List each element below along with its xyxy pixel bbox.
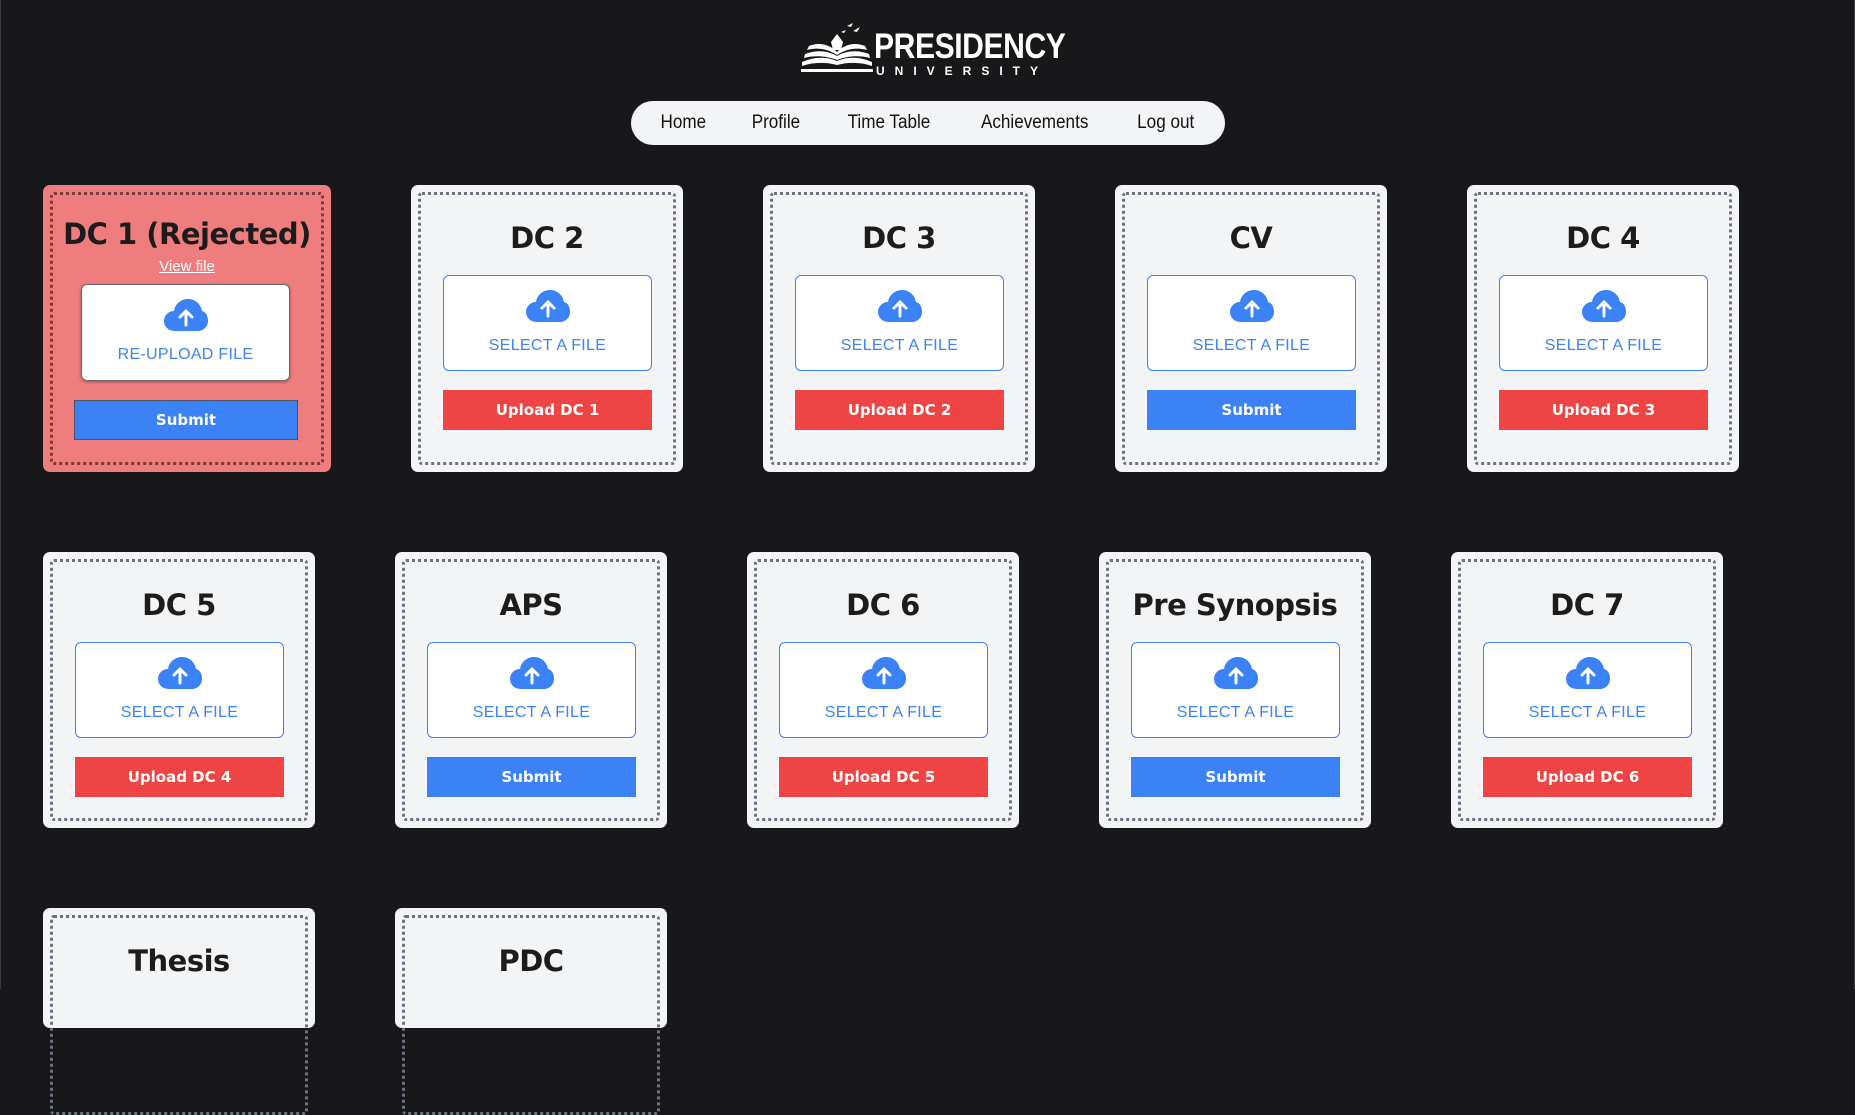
logo-wordmark: PRESIDENCY — [874, 27, 1066, 66]
card-title: CV — [1229, 221, 1273, 255]
select-file-button[interactable]: SELECT A FILE — [443, 275, 652, 371]
select-label: SELECT A FILE — [1192, 337, 1311, 354]
upload-button[interactable]: Upload DC 1 — [443, 390, 652, 430]
card-cv: CV SELECT A FILE Submit — [1115, 185, 1387, 472]
card-border: DC 1 (Rejected) View file RE-UPLOAD FILE… — [50, 192, 324, 465]
submit-button[interactable]: Submit — [427, 757, 636, 797]
cloud-upload-icon — [525, 290, 570, 322]
reupload-file-button[interactable]: RE-UPLOAD FILE — [81, 284, 290, 381]
upload-button[interactable]: Upload DC 2 — [795, 390, 1004, 430]
select-file-button[interactable]: SELECT A FILE — [1499, 275, 1708, 371]
select-label: SELECT A FILE — [120, 704, 239, 721]
submit-button[interactable]: Submit — [1147, 390, 1356, 430]
card-border: DC 7 SELECT A FILE Upload DC 6 — [1458, 559, 1716, 821]
card-dc6: DC 6 SELECT A FILE Upload DC 5 — [747, 552, 1019, 828]
app-window: PRESIDENCY UNIVERSITY Home Profile Time … — [0, 0, 1855, 1115]
nav-home[interactable]: Home — [661, 112, 707, 134]
card-title: DC 3 — [862, 221, 936, 255]
select-label: SELECT A FILE — [1544, 337, 1663, 354]
card-title: PDC — [498, 944, 564, 978]
card-pre-synopsis: Pre Synopsis SELECT A FILE Submit — [1099, 552, 1371, 828]
card-title: DC 4 — [1566, 221, 1640, 255]
main-nav: Home Profile Time Table Achievements Log… — [631, 101, 1225, 145]
select-label: RE-UPLOAD FILE — [117, 346, 254, 363]
select-label: SELECT A FILE — [824, 704, 943, 721]
card-border: DC 4 SELECT A FILE Upload DC 3 — [1474, 192, 1732, 465]
select-file-button[interactable]: SELECT A FILE — [1147, 275, 1356, 371]
select-label: SELECT A FILE — [1176, 704, 1295, 721]
submit-button[interactable]: Submit — [1131, 757, 1340, 797]
cloud-upload-icon — [509, 657, 554, 689]
book-logo-icon — [801, 23, 873, 72]
select-label: SELECT A FILE — [472, 704, 591, 721]
cloud-upload-icon — [877, 290, 922, 322]
logo-subtitle: UNIVERSITY — [876, 64, 1049, 78]
card-border: Pre Synopsis SELECT A FILE Submit — [1106, 559, 1364, 821]
select-file-button[interactable]: SELECT A FILE — [779, 642, 988, 738]
card-thesis: Thesis — [43, 908, 315, 1115]
card-dc3: DC 3 SELECT A FILE Upload DC 2 — [763, 185, 1035, 472]
select-label: SELECT A FILE — [1528, 704, 1647, 721]
nav-profile[interactable]: Profile — [752, 112, 800, 134]
card-aps: APS SELECT A FILE Submit — [395, 552, 667, 828]
upload-button[interactable]: Upload DC 5 — [779, 757, 988, 797]
upload-button[interactable]: Upload DC 6 — [1483, 757, 1692, 797]
select-file-button[interactable]: SELECT A FILE — [75, 642, 284, 738]
card-title: DC 7 — [1550, 588, 1624, 622]
card-title: DC 6 — [846, 588, 920, 622]
card-title: Pre Synopsis — [1132, 588, 1338, 622]
card-title: APS — [499, 588, 563, 622]
submit-button[interactable]: Submit — [74, 400, 298, 440]
card-border: PDC — [402, 915, 660, 1115]
card-title: Thesis — [128, 944, 230, 978]
select-file-button[interactable]: SELECT A FILE — [427, 642, 636, 738]
card-dc4: DC 4 SELECT A FILE Upload DC 3 — [1467, 185, 1739, 472]
card-title: DC 2 — [510, 221, 584, 255]
card-border: Thesis — [50, 915, 308, 1115]
select-file-button[interactable]: SELECT A FILE — [1483, 642, 1692, 738]
upload-button[interactable]: Upload DC 3 — [1499, 390, 1708, 430]
nav-log-out[interactable]: Log out — [1137, 112, 1194, 134]
card-dc1: DC 1 (Rejected) View file RE-UPLOAD FILE… — [43, 185, 331, 472]
card-title: DC 1 (Rejected) — [63, 217, 311, 251]
card-dc5: DC 5 SELECT A FILE Upload DC 4 — [43, 552, 315, 828]
upload-button[interactable]: Upload DC 4 — [75, 757, 284, 797]
cloud-upload-icon — [157, 657, 202, 689]
nav-time-table[interactable]: Time Table — [848, 112, 931, 134]
card-dc7: DC 7 SELECT A FILE Upload DC 6 — [1451, 552, 1723, 828]
cloud-upload-icon — [163, 299, 208, 331]
cloud-upload-icon — [1565, 657, 1610, 689]
card-border: DC 6 SELECT A FILE Upload DC 5 — [754, 559, 1012, 821]
card-border: APS SELECT A FILE Submit — [402, 559, 660, 821]
card-border: DC 2 SELECT A FILE Upload DC 1 — [418, 192, 676, 465]
card-dc2: DC 2 SELECT A FILE Upload DC 1 — [411, 185, 683, 472]
select-file-button[interactable]: SELECT A FILE — [795, 275, 1004, 371]
nav-achievements[interactable]: Achievements — [981, 112, 1088, 134]
select-label: SELECT A FILE — [840, 337, 959, 354]
cloud-upload-icon — [861, 657, 906, 689]
cloud-upload-icon — [1213, 657, 1258, 689]
card-border: DC 5 SELECT A FILE Upload DC 4 — [50, 559, 308, 821]
presidency-university-logo[interactable]: PRESIDENCY UNIVERSITY — [801, 22, 1066, 80]
card-pdc: PDC — [395, 908, 667, 1115]
view-file-link[interactable]: View file — [53, 258, 321, 275]
select-label: SELECT A FILE — [488, 337, 607, 354]
card-border: CV SELECT A FILE Submit — [1122, 192, 1380, 465]
cloud-upload-icon — [1229, 290, 1274, 322]
card-border: DC 3 SELECT A FILE Upload DC 2 — [770, 192, 1028, 465]
cloud-upload-icon — [1581, 290, 1626, 322]
select-file-button[interactable]: SELECT A FILE — [1131, 642, 1340, 738]
card-title: DC 5 — [142, 588, 216, 622]
